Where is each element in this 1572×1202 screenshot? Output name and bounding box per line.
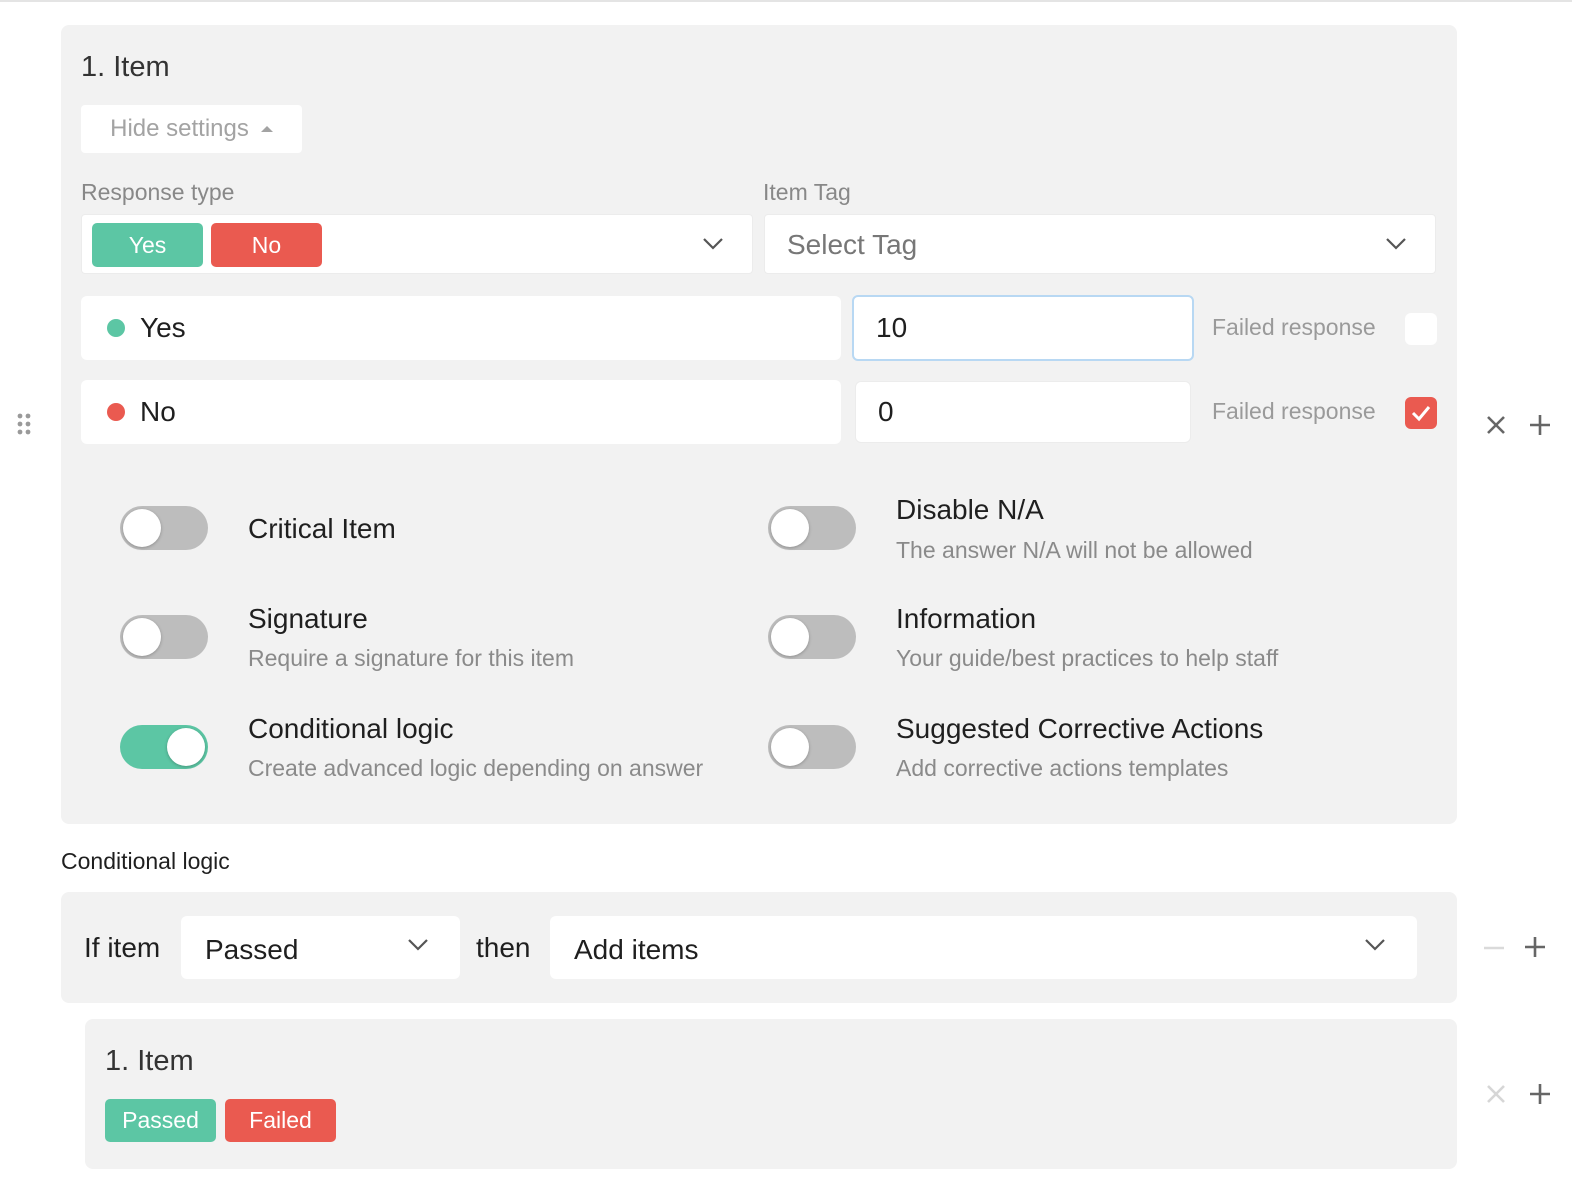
passed-tag: Passed	[105, 1099, 216, 1142]
minus-icon[interactable]	[1482, 936, 1506, 960]
response-label-yes: Yes	[140, 312, 186, 343]
failed-response-checkbox-yes[interactable]	[1405, 313, 1437, 345]
drag-handle-icon[interactable]	[16, 412, 32, 436]
score-input-yes[interactable]: 10	[852, 295, 1194, 361]
chevron-down-icon	[1365, 939, 1385, 951]
then-label: then	[476, 932, 531, 963]
green-dot-icon	[107, 319, 125, 337]
caret-up-icon	[260, 126, 273, 132]
conditional-logic-desc: Create advanced logic depending on answe…	[248, 755, 704, 781]
failed-response-label-yes: Failed response	[1212, 314, 1376, 340]
action-select[interactable]: Add items	[550, 916, 1417, 979]
disable-na-toggle[interactable]	[768, 506, 856, 550]
conditional-logic-rule: If item Passed then Add items	[61, 892, 1457, 1003]
top-divider	[0, 0, 1572, 2]
plus-icon[interactable]	[1528, 1082, 1552, 1106]
critical-item-title: Critical Item	[248, 513, 396, 544]
close-icon[interactable]	[1485, 414, 1507, 436]
item-tag-label: Item Tag	[763, 179, 851, 205]
sub-item-title: 1. Item	[105, 1045, 194, 1077]
red-dot-icon	[107, 403, 125, 421]
response-type-tag-no: No	[211, 223, 322, 267]
checkmark-icon	[1411, 406, 1431, 422]
conditional-logic-toggle[interactable]	[120, 725, 208, 769]
response-type-label: Response type	[81, 179, 235, 205]
response-row-no[interactable]: No	[81, 380, 841, 444]
failed-tag: Failed	[225, 1099, 336, 1142]
response-type-select[interactable]: Yes No	[81, 214, 753, 274]
signature-desc: Require a signature for this item	[248, 645, 574, 671]
close-icon[interactable]	[1485, 1083, 1507, 1105]
information-title: Information	[896, 603, 1037, 634]
chevron-down-icon	[408, 939, 428, 951]
hide-settings-button[interactable]: Hide settings	[81, 105, 302, 153]
signature-title: Signature	[248, 603, 368, 634]
if-item-label: If item	[84, 932, 161, 963]
response-row-yes[interactable]: Yes	[81, 296, 841, 360]
signature-toggle[interactable]	[120, 615, 208, 659]
response-label-no: No	[140, 396, 176, 427]
corrective-actions-title: Suggested Corrective Actions	[896, 713, 1264, 744]
item-tag-select[interactable]: Select Tag	[764, 214, 1436, 274]
critical-item-toggle[interactable]	[120, 506, 208, 550]
corrective-actions-toggle[interactable]	[768, 725, 856, 769]
disable-na-desc: The answer N/A will not be allowed	[896, 537, 1253, 563]
failed-response-label-no: Failed response	[1212, 398, 1376, 424]
condition-select[interactable]: Passed	[181, 916, 460, 979]
item-tag-placeholder: Select Tag	[787, 229, 918, 260]
information-toggle[interactable]	[768, 615, 856, 659]
chevron-down-icon	[703, 238, 723, 250]
conditional-logic-title: Conditional logic	[248, 713, 454, 744]
sub-item-card[interactable]: 1. Item Passed Failed	[85, 1019, 1457, 1169]
information-desc: Your guide/best practices to help staff	[896, 645, 1279, 671]
response-type-tag-yes: Yes	[92, 223, 203, 267]
plus-icon[interactable]	[1523, 935, 1547, 959]
plus-icon[interactable]	[1528, 413, 1552, 437]
failed-response-checkbox-no[interactable]	[1405, 397, 1437, 429]
conditional-logic-section-label: Conditional logic	[61, 848, 230, 874]
item-title: 1. Item	[81, 51, 170, 83]
chevron-down-icon	[1386, 238, 1406, 250]
hide-settings-label: Hide settings	[110, 115, 249, 142]
action-value: Add items	[574, 934, 699, 965]
disable-na-title: Disable N/A	[896, 494, 1044, 525]
condition-value: Passed	[205, 934, 299, 965]
corrective-actions-desc: Add corrective actions templates	[896, 755, 1229, 781]
score-input-no[interactable]: 0	[855, 381, 1191, 443]
item-settings-panel: 1. Item Hide settings Response type Item…	[61, 25, 1457, 824]
